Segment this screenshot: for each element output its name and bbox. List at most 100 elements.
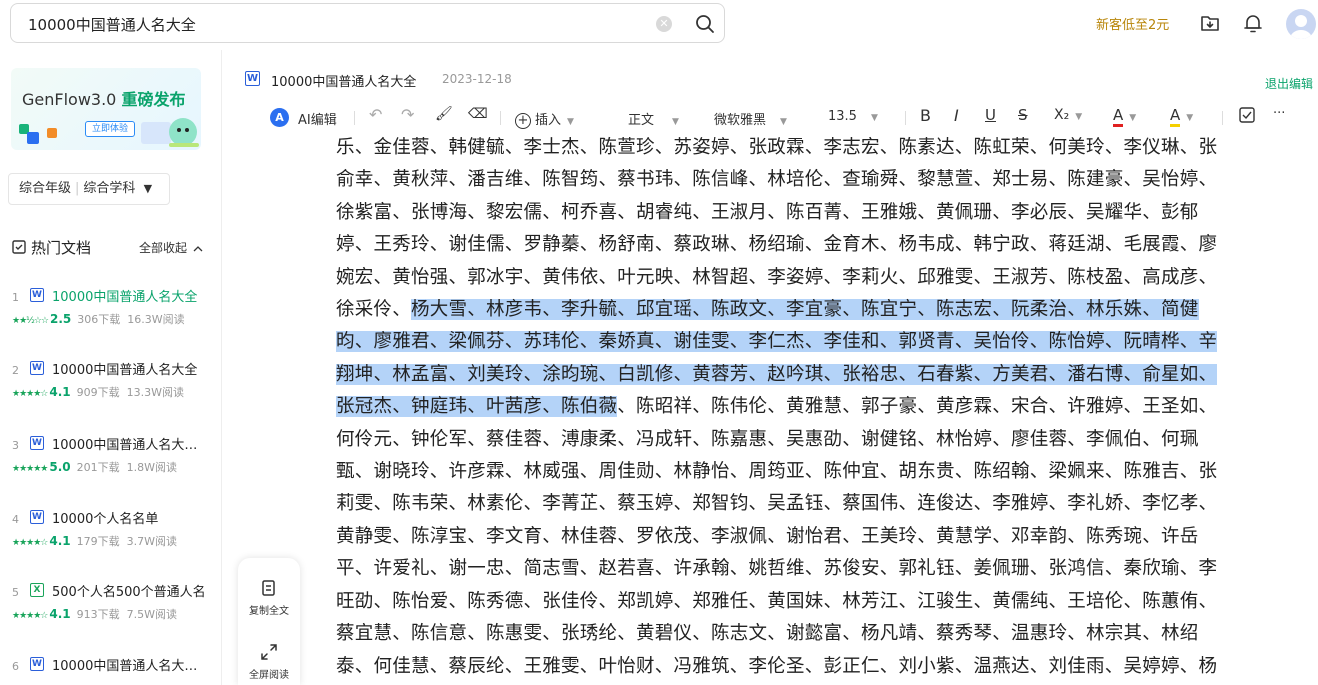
underline-button[interactable]: U xyxy=(985,106,996,124)
text-line: 婉宏、黄怡强、郭冰宇、黄伟依、叶元映、林智超、李姿婷、李莉火、邱雅雯、王淑芳、陈… xyxy=(336,266,1218,288)
search-input-value: 10000中国普通人名大全 xyxy=(28,16,196,34)
word-doc-icon: W xyxy=(30,510,44,524)
font-color-button[interactable]: A ▼ xyxy=(1113,106,1136,127)
doc-meta: ★★★★★ 5.0 201下载 1.8W阅读 xyxy=(12,460,177,474)
toolbar-divider xyxy=(1222,111,1223,125)
insert-menu[interactable]: + 插入 ▼ xyxy=(515,109,574,129)
text-line: 翔坤、林孟富、刘美玲、涂昀琬、白凯修、黄蓉芳、赵吟琪、张裕忠、石春紫、方美君、潘… xyxy=(336,359,1226,391)
doc-title: 10000中国普通人名大全 xyxy=(52,290,198,305)
redo-icon[interactable]: ↷ xyxy=(401,105,414,124)
text-line: 乐、金佳蓉、韩健毓、李士杰、陈萱珍、苏姿婷、张政霖、李志宏、陈素达、陈虹荣、何美… xyxy=(336,137,1218,158)
app-icons-decoration-icon xyxy=(19,124,57,144)
word-doc-icon: W xyxy=(30,288,44,302)
italic-button[interactable]: I xyxy=(954,106,959,125)
text-line: 俞幸、黄秋萍、潘吉维、陈智筠、蔡书玮、陈信峰、林培伦、查瑜舜、黎慧萱、郑士易、陈… xyxy=(336,169,1218,191)
font-family-select[interactable]: 微软雅黑 ▼ xyxy=(714,109,787,128)
collapse-all-button[interactable]: 全部收起 xyxy=(139,239,203,256)
doc-meta: ★★★★☆ 4.1 909下载 13.3W阅读 xyxy=(12,385,184,399)
ai-edit-button[interactable]: AI编辑 xyxy=(298,109,337,128)
toolbar-divider xyxy=(905,111,906,125)
avatar[interactable] xyxy=(1286,9,1316,39)
rating-stars-icon: ★★★★☆ xyxy=(12,389,48,399)
text-line: 黄静雯、陈淳宝、李文育、林佳蓉、罗依茂、李淑佩、谢怡君、王美玲、黄慧学、邓幸韵、… xyxy=(336,525,1199,547)
dropdown-caret-icon: ▼ xyxy=(143,182,153,195)
banner-title: GenFlow3.0 重磅发布 xyxy=(22,90,186,109)
hot-doc-item[interactable]: 1 W 10000中国普通人名大全 ★★½☆☆ 2.5 306下载 16.3W阅读 xyxy=(12,285,222,333)
checkbox-icon xyxy=(1239,107,1255,123)
grade-subject-selector[interactable]: 综合年级 | 综合学科 ▼ xyxy=(8,173,170,205)
search-input[interactable]: 10000中国普通人名大全 ✕ xyxy=(10,3,725,43)
text-line: 徐紫富、张博海、黎宏儒、柯乔喜、胡睿纯、王淑月、陈百菁、王雅娥、黄佩珊、李必辰、… xyxy=(336,201,1199,223)
hot-doc-item[interactable]: 5 X 500个人名500个普通人名 ★★★★☆ 4.1 913下载 7.5W阅读 xyxy=(12,580,222,628)
text-line: 何伶元、钟伦军、蔡佳蓉、溥康柔、冯成轩、陈嘉惠、吴惠劭、谢健铭、林怡婷、廖佳蓉、… xyxy=(336,428,1199,450)
paragraph-style-select[interactable]: 正文 ▼ xyxy=(628,109,679,128)
toolbar-divider xyxy=(354,111,355,125)
doc-meta: ★★½☆☆ 2.5 306下载 16.3W阅读 xyxy=(12,312,185,326)
subscript-button[interactable]: X₂ ▼ xyxy=(1054,107,1082,123)
rating-stars-icon: ★★★★☆ xyxy=(12,611,48,621)
rating-stars-icon: ★★½☆☆ xyxy=(12,316,49,326)
word-doc-icon: W xyxy=(30,361,44,375)
word-doc-icon: W xyxy=(245,71,260,86)
selected-text: 昀、廖雅君、梁佩芬、苏玮伦、秦娇真、谢佳雯、李仁杰、李佳和、郭贤青、吴怡伶、陈怡… xyxy=(336,331,1218,353)
more-icon[interactable]: ··· xyxy=(1273,106,1285,121)
fullscreen-read-button[interactable]: 全屏阅读 xyxy=(238,642,300,681)
text-line: 婷、王秀玲、谢佳儒、罗静蓁、杨舒南、蔡政琳、杨绍瑜、金育木、杨韦成、韩宁政、蒋廷… xyxy=(336,234,1218,256)
user-avatar-icon xyxy=(1290,15,1312,39)
hot-doc-item[interactable]: 2 W 10000中国普通人名大全 ★★★★☆ 4.1 909下载 13.3W阅读 xyxy=(12,358,222,406)
promo-link[interactable]: 新客低至2元 xyxy=(1096,14,1169,33)
mascot-illustration-icon xyxy=(141,118,199,147)
top-bar: 10000中国普通人名大全 ✕ 新客低至2元 xyxy=(0,0,1318,50)
toolbar-divider xyxy=(500,111,501,125)
rating-stars-icon: ★★★★☆ xyxy=(12,538,48,548)
folder-download-icon[interactable] xyxy=(1199,12,1221,34)
chevron-up-icon xyxy=(193,246,203,252)
text-line: 甄、谢晓玲、许彦霖、林威强、周佳勋、林静怡、周筠亚、陈仲宜、胡东贵、陈绍翰、梁姵… xyxy=(336,461,1218,483)
text-line: 旺劭、陈怡爱、陈秀德、张佳伶、郑凯婷、郑雅任、黄国妹、林芳江、江骏生、黄儒纯、王… xyxy=(336,590,1218,612)
expand-icon xyxy=(261,644,277,660)
text-line: 徐采伶、杨大雪、林彦韦、李升毓、邱宜瑶、陈政文、李宜豪、陈宜宁、陈志宏、阮柔治、… xyxy=(336,299,1199,321)
hot-doc-item[interactable]: 3 W 10000中国普通人名大… ★★★★★ 5.0 201下载 1.8W阅读 xyxy=(12,433,222,481)
eraser-icon[interactable]: ⌫ xyxy=(468,106,488,122)
sidebar: GenFlow3.0 重磅发布 立即体验 综合年级 | 综合学科 ▼ 热门文档 全部… xyxy=(0,50,222,685)
floating-tools: 复制全文 全屏阅读 xyxy=(238,558,300,685)
hot-doc-item[interactable]: 6 W 10000中国普通人名大… xyxy=(12,654,222,685)
doc-title: 500个人名500个普通人名 xyxy=(52,585,206,600)
bold-button[interactable]: B xyxy=(920,106,931,125)
selected-text: 杨大雪、林彦韦、李升毓、邱宜瑶、陈政文、李宜豪、陈宜宁、陈志宏、阮柔治、林乐姝、… xyxy=(411,299,1199,321)
selected-text: 张冠杰、钟庭玮、叶茜彦、陈伯薇 xyxy=(336,396,618,418)
doc-title: 10000中国普通人名大… xyxy=(52,438,198,453)
copy-all-button[interactable]: 复制全文 xyxy=(238,578,300,617)
undo-icon[interactable]: ↶ xyxy=(369,105,382,124)
exit-edit-button[interactable]: 退出编辑 xyxy=(1265,75,1313,92)
search-icon[interactable] xyxy=(694,13,716,35)
selected-text: 翔坤、林孟富、刘美玲、涂昀琬、白凯修、黄蓉芳、赵吟琪、张裕忠、石春紫、方美君、潘… xyxy=(336,363,1218,385)
bell-icon[interactable] xyxy=(1242,12,1264,34)
doc-title: 10000中国普通人名大… xyxy=(52,659,198,674)
text-line: 蔡宜慧、陈信意、陈惠雯、张琇纶、黄碧仪、陈志文、谢懿富、杨凡靖、蔡秀琴、温惠玲、… xyxy=(336,623,1199,645)
plus-circle-icon: + xyxy=(515,113,531,129)
highlight-color-button[interactable]: A ▼ xyxy=(1170,106,1193,127)
clear-icon[interactable]: ✕ xyxy=(656,16,672,32)
text-line: 昀、廖雅君、梁佩芬、苏玮伦、秦娇真、谢佳雯、李仁杰、李佳和、郭贤青、吴怡伶、陈怡… xyxy=(336,326,1226,358)
editor-toolbar: A AI编辑 ↶ ↷ 🖌 ⌫ + 插入 ▼ 正文 ▼ 微软雅黑 ▼ 13.5 ▼ B I … xyxy=(268,104,1318,132)
text-line: 平、许爱礼、谢一忠、简志雪、赵若喜、许承翰、姚哲维、苏俊安、郭礼钰、姜佩珊、张鸿… xyxy=(336,558,1218,580)
hot-docs-icon xyxy=(12,240,26,254)
promo-banner[interactable]: GenFlow3.0 重磅发布 立即体验 xyxy=(11,68,201,150)
document-date: 2023-12-18 xyxy=(442,72,512,86)
doc-title: 10000中国普通人名大全 xyxy=(52,363,198,378)
document-body[interactable]: 乐、金佳蓉、韩健毓、李士杰、陈萱珍、苏姿婷、张政霖、李志宏、陈素达、陈虹荣、何美… xyxy=(336,132,1226,683)
hot-doc-item[interactable]: 4 W 10000个人名名单 ★★★★☆ 4.1 179下载 3.7W阅读 xyxy=(12,507,222,555)
doc-meta: ★★★★☆ 4.1 913下载 7.5W阅读 xyxy=(12,607,177,621)
format-painter-icon[interactable]: 🖌 xyxy=(435,106,453,122)
ai-logo-icon: A xyxy=(270,108,289,127)
checklist-button[interactable] xyxy=(1239,107,1255,127)
banner-try-button[interactable]: 立即体验 xyxy=(85,121,135,137)
text-line: 泰、何佳慧、蔡辰纶、王雅雯、叶怡财、冯雅筑、李伦圣、彭正仁、刘小紫、温燕达、刘佳… xyxy=(336,655,1218,677)
strikethrough-button[interactable]: S xyxy=(1018,106,1028,124)
excel-doc-icon: X xyxy=(30,583,44,597)
hot-docs-title: 热门文档 xyxy=(31,239,92,257)
text-line: 张冠杰、钟庭玮、叶茜彦、陈伯薇、陈昭祥、陈伟伦、黄雅慧、郭子豪、黄彦霖、宋合、许… xyxy=(336,396,1218,418)
font-size-select[interactable]: 13.5 ▼ xyxy=(828,109,878,124)
doc-meta: ★★★★☆ 4.1 179下载 3.7W阅读 xyxy=(12,534,177,548)
